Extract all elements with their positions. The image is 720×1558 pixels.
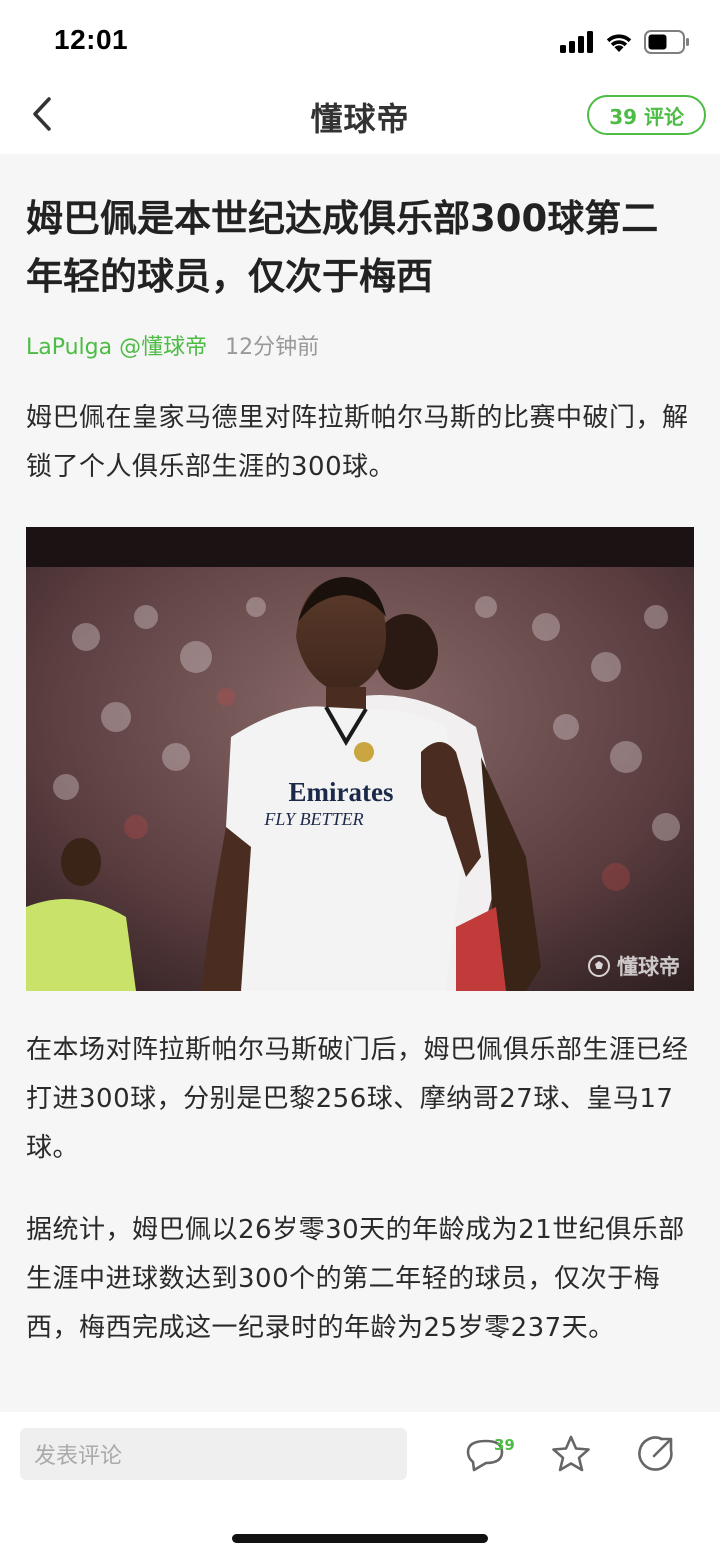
article-photo[interactable]: Emirates FLY BETTER 懂球帝 [26,527,694,991]
bottom-action-bar: 发表评论 39 [0,1412,720,1558]
comment-input[interactable]: 发表评论 [20,1428,407,1480]
wifi-icon [604,31,634,57]
jersey-sponsor-text: Emirates [289,777,394,807]
share-button[interactable] [634,1432,678,1476]
article-meta: LaPulga @懂球帝 12分钟前 [26,329,319,361]
jersey-slogan-text: FLY BETTER [263,809,363,829]
article-paragraph-3: 据统计，姆巴佩以26岁零30天的年龄成为21世纪俱乐部生涯中进球数达到300个的… [26,1215,685,1343]
article-paragraph-1: 姆巴佩在皇家马德里对阵拉斯帕尔马斯的比赛中破门，解锁了个人俱乐部生涯的300球。 [26,403,689,482]
home-indicator [232,1534,488,1543]
comments-count-button[interactable]: 39 评论 [587,95,706,135]
battery-icon [644,30,690,58]
comment-count-badge: 39 [494,1436,515,1454]
share-icon [634,1436,678,1480]
author-link[interactable]: LaPulga @懂球帝 [26,329,207,361]
soccer-ball-icon [587,954,611,978]
nav-bar: 懂球帝 39 评论 [0,80,720,154]
article-paragraph-2: 在本场对阵拉斯帕尔马斯破门后，姆巴佩俱乐部生涯已经打进300球，分别是巴黎256… [26,1035,689,1163]
publish-time: 12分钟前 [225,335,320,360]
article-title: 姆巴佩是本世纪达成俱乐部300球第二年轻的球员，仅次于梅西 [26,197,659,298]
status-icons [560,30,690,58]
watermark-text: 懂球帝 [617,955,680,979]
photo-watermark: 懂球帝 [587,951,680,981]
cellular-signal-icon [560,31,594,57]
star-icon [549,1435,593,1480]
article-content: 姆巴佩是本世纪达成俱乐部300球第二年轻的球员，仅次于梅西 LaPulga @懂… [0,154,720,1412]
status-bar: 12:01 [0,0,720,80]
favorite-button[interactable] [549,1432,593,1476]
status-time: 12:01 [54,24,129,55]
comment-icon [464,1439,508,1480]
